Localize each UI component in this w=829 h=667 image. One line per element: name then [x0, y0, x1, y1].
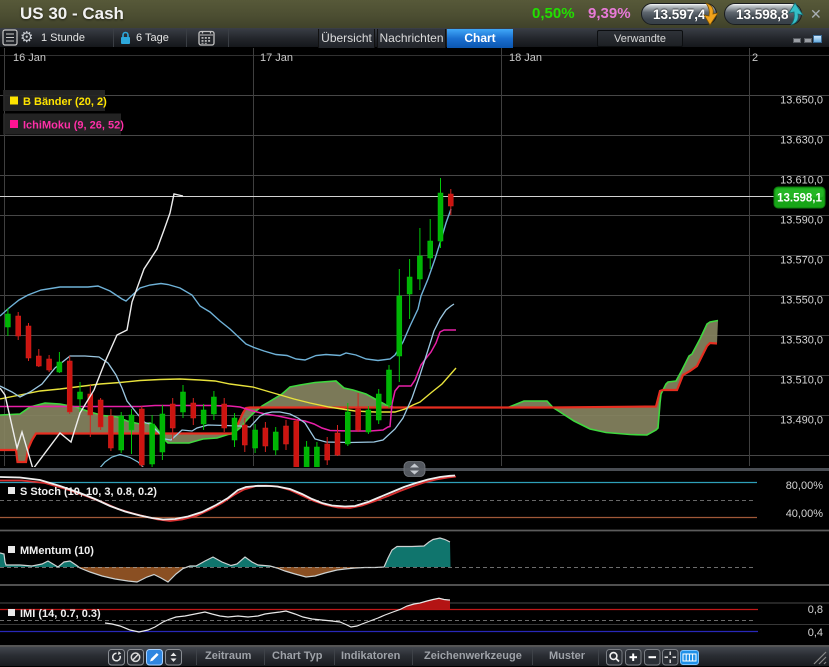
- svg-text:IchiMoku (9, 26, 52): IchiMoku (9, 26, 52): [23, 120, 124, 132]
- svg-text:13.610,0: 13.610,0: [780, 174, 823, 186]
- svg-text:13.630,0: 13.630,0: [780, 134, 823, 146]
- svg-text:B Bänder (20, 2): B Bänder (20, 2): [23, 96, 107, 108]
- svg-text:13.590,0: 13.590,0: [780, 214, 823, 226]
- svg-text:13.550,0: 13.550,0: [780, 294, 823, 306]
- svg-text:2: 2: [752, 52, 758, 64]
- svg-text:80,00%: 80,00%: [786, 480, 824, 492]
- svg-text:MMentum (10): MMentum (10): [20, 545, 94, 557]
- svg-text:13.490,0: 13.490,0: [780, 414, 823, 426]
- svg-text:13.570,0: 13.570,0: [780, 254, 823, 266]
- svg-text:S Stoch (10, 10, 3, 0.8, 0.2): S Stoch (10, 10, 3, 0.8, 0.2): [20, 486, 157, 498]
- svg-text:13.598,1: 13.598,1: [777, 193, 822, 205]
- svg-text:13.530,0: 13.530,0: [780, 334, 823, 346]
- svg-text:16 Jan: 16 Jan: [13, 52, 46, 64]
- svg-text:0,4: 0,4: [808, 627, 823, 639]
- svg-text:17 Jan: 17 Jan: [260, 52, 293, 64]
- svg-text:13.650,0: 13.650,0: [780, 94, 823, 106]
- svg-text:40,00%: 40,00%: [786, 508, 824, 520]
- svg-text:IMI (14, 0.7, 0.3): IMI (14, 0.7, 0.3): [20, 608, 101, 620]
- svg-text:0,8: 0,8: [808, 604, 823, 616]
- svg-text:18 Jan: 18 Jan: [509, 52, 542, 64]
- svg-text:13.510,0: 13.510,0: [780, 374, 823, 386]
